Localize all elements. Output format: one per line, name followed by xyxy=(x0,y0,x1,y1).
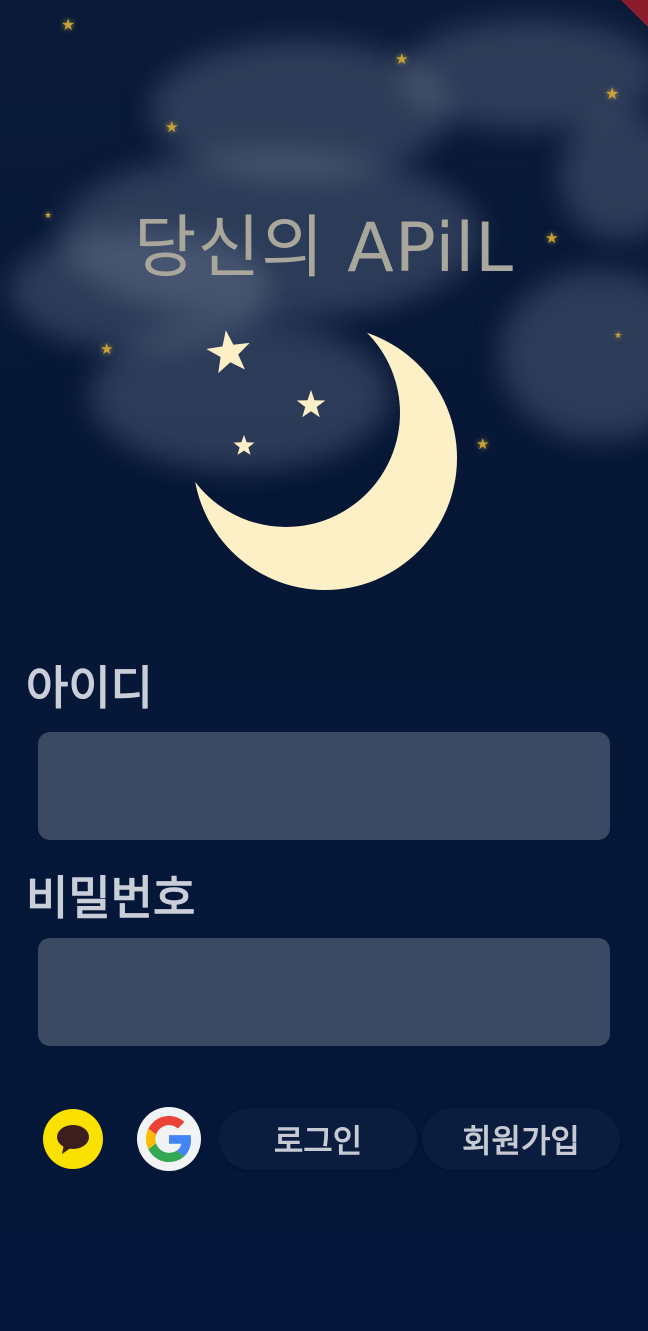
id-label: 아이디 xyxy=(26,661,153,715)
star-icon: ★ xyxy=(395,50,409,68)
star-icon: ★ xyxy=(614,331,623,341)
signup-button[interactable]: 회원가입 xyxy=(422,1108,620,1170)
star-icon: ★ xyxy=(61,15,76,34)
google-g-icon xyxy=(146,1116,192,1162)
app-title: 당신의 APilL xyxy=(134,209,514,288)
star-icon: ★ xyxy=(476,435,490,453)
login-button[interactable]: 로그인 xyxy=(219,1108,417,1170)
id-field[interactable] xyxy=(38,732,610,840)
moon-logo-icon xyxy=(190,318,470,602)
password-field[interactable] xyxy=(38,938,610,1046)
password-label: 비밀번호 xyxy=(26,871,196,925)
star-icon: ★ xyxy=(100,340,114,358)
google-login-button[interactable] xyxy=(137,1107,201,1171)
star-icon: ★ xyxy=(605,84,620,103)
kakao-talk-bubble-icon xyxy=(57,1125,89,1154)
kakao-login-button[interactable] xyxy=(43,1109,103,1169)
star-icon: ★ xyxy=(165,118,179,136)
